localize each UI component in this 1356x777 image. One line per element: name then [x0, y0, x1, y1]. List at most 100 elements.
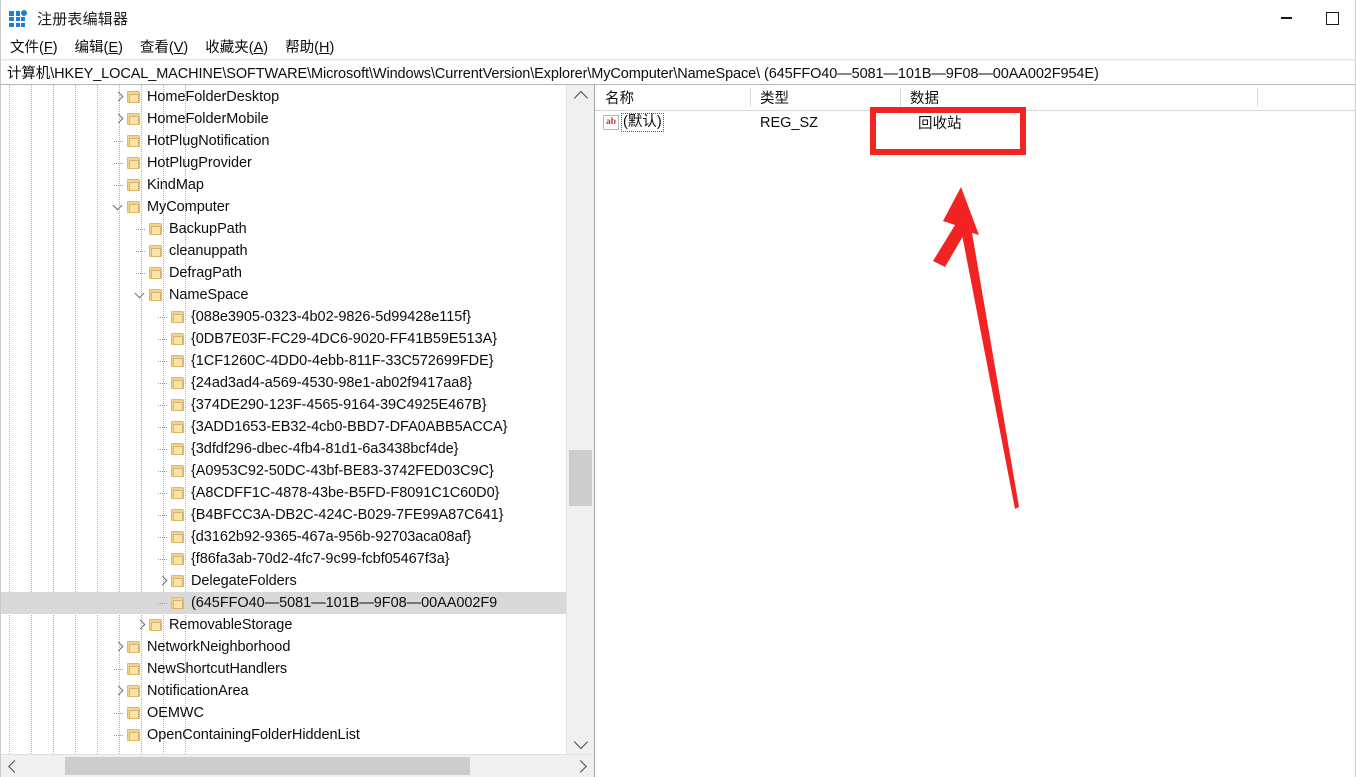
- chevron-down-icon[interactable]: [133, 284, 149, 306]
- value-row[interactable]: ab (默认) REG_SZ 回收站: [595, 111, 1355, 134]
- tree-item-1cf1260c-4dd0-4ebb-811f-33c572699fde[interactable]: {1CF1260C-4DD0-4ebb-811F-33C572699FDE}: [1, 350, 567, 372]
- scroll-right-button[interactable]: [570, 755, 594, 777]
- folder-icon: [171, 421, 184, 434]
- menu-view[interactable]: 查看(V): [140, 38, 197, 58]
- tree-item-namespace[interactable]: NameSpace: [1, 284, 567, 306]
- tree-item-645ffo40-5081-101b-9f08-00aa002f9[interactable]: (645FFO40—5081—101B—9F08—00AA002F9: [1, 592, 567, 614]
- tree-item-oemwc[interactable]: OEMWC: [1, 702, 567, 724]
- tree-item-homefolderdesktop[interactable]: HomeFolderDesktop: [1, 86, 567, 108]
- scroll-up-button[interactable]: [567, 85, 594, 107]
- registry-tree-pane: HomeFolderDesktop HomeFolderMobile HotPlug…: [1, 85, 595, 777]
- chevron-right-icon[interactable]: [111, 86, 127, 108]
- tree-item-label: OEMWC: [147, 705, 204, 721]
- registry-editor-icon: [9, 8, 28, 28]
- tree-item-mycomputer[interactable]: MyComputer: [1, 196, 567, 218]
- tree-item-hotplugprovider[interactable]: HotPlugProvider: [1, 152, 567, 174]
- chevron-right-icon[interactable]: [155, 570, 171, 592]
- chevron-right-icon[interactable]: [133, 614, 149, 636]
- column-header-name[interactable]: 名称: [595, 85, 750, 110]
- string-value-ab-icon: ab: [603, 115, 619, 130]
- folder-icon: [149, 267, 162, 280]
- tree-item-374de290-123f-4565-9164-39c4925e467b[interactable]: {374DE290-123F-4565-9164-39C4925E467B}: [1, 394, 567, 416]
- chevron-right-icon: [574, 759, 587, 773]
- values-column-header: 名称 类型 数据: [595, 85, 1355, 111]
- folder-icon: [127, 685, 140, 698]
- tree-item-24ad3ad4-a569-4530-98e1-ab02f9417aa8[interactable]: {24ad3ad4-a569-4530-98e1-ab02f9417aa8}: [1, 372, 567, 394]
- tree-item-label: NameSpace: [169, 287, 249, 303]
- tree-item-notificationarea[interactable]: NotificationArea: [1, 680, 567, 702]
- tree-item-label: (645FFO40—5081—101B—9F08—00AA002F9: [191, 595, 498, 611]
- folder-icon: [171, 553, 184, 566]
- tree-item-kindmap[interactable]: KindMap: [1, 174, 567, 196]
- address-bar[interactable]: 计算机\HKEY_LOCAL_MACHINE\SOFTWARE\Microsof…: [1, 60, 1355, 85]
- tree-item-networkneighborhood[interactable]: NetworkNeighborhood: [1, 636, 567, 658]
- tree-item-label: {A0953C92-50DC-43bf-BE83-3742FED03C9C}: [191, 463, 494, 479]
- tree-item-backuppath[interactable]: BackupPath: [1, 218, 567, 240]
- maximize-icon: [1325, 11, 1339, 25]
- folder-icon: [127, 91, 140, 104]
- chevron-right-icon[interactable]: [111, 680, 127, 702]
- folder-icon: [171, 443, 184, 456]
- tree-line-icon: [155, 504, 171, 526]
- vertical-scroll-thumb[interactable]: [569, 450, 592, 506]
- tree-line-icon: [133, 240, 149, 262]
- tree-line-icon: [155, 394, 171, 416]
- tree-line-icon: [155, 350, 171, 372]
- minimize-button[interactable]: [1263, 0, 1309, 36]
- folder-icon: [149, 245, 162, 258]
- folder-icon: [127, 113, 140, 126]
- tree-item-cleanuppath[interactable]: cleanuppath: [1, 240, 567, 262]
- tree-line-icon: [155, 306, 171, 328]
- tree-item-delegatefolders[interactable]: DelegateFolders: [1, 570, 567, 592]
- menu-bar: 文件(F) 编辑(E) 查看(V) 收藏夹(A) 帮助(H): [1, 36, 1355, 60]
- tree-item-label: KindMap: [147, 177, 204, 193]
- tree-item-label: {1CF1260C-4DD0-4ebb-811F-33C572699FDE}: [191, 353, 494, 369]
- column-header-data[interactable]: 数据: [900, 85, 1355, 110]
- folder-icon: [127, 707, 140, 720]
- chevron-down-icon[interactable]: [111, 196, 127, 218]
- tree-item-opencontainingfolderhiddenlist[interactable]: OpenContainingFolderHiddenList: [1, 724, 567, 746]
- tree-item-088e3905-0323-4b02-9826-5d99428e115f[interactable]: {088e3905-0323-4b02-9826-5d99428e115f}: [1, 306, 567, 328]
- folder-icon: [171, 531, 184, 544]
- menu-edit[interactable]: 编辑(E): [75, 38, 132, 58]
- tree-item-label: DefragPath: [169, 265, 242, 281]
- menu-help[interactable]: 帮助(H): [285, 38, 343, 58]
- tree-item-a0953c92-50dc-43bf-be83-3742fed03c9c[interactable]: {A0953C92-50DC-43bf-BE83-3742FED03C9C}: [1, 460, 567, 482]
- tree-line-icon: [111, 152, 127, 174]
- tree-item-hotplugnotification[interactable]: HotPlugNotification: [1, 130, 567, 152]
- menu-favorites[interactable]: 收藏夹(A): [205, 38, 277, 58]
- tree-item-b4bfcc3a-db2c-424c-b029-7fe99a87c641[interactable]: {B4BFCC3A-DB2C-424C-B029-7FE99A87C641}: [1, 504, 567, 526]
- tree-line-icon: [155, 372, 171, 394]
- tree-item-label: HotPlugNotification: [147, 133, 270, 149]
- column-header-type[interactable]: 类型: [750, 85, 900, 110]
- tree-horizontal-scrollbar[interactable]: [1, 754, 594, 777]
- folder-icon: [149, 619, 162, 632]
- maximize-button[interactable]: [1309, 0, 1355, 36]
- tree-item-defragpath[interactable]: DefragPath: [1, 262, 567, 284]
- tree-item-homefoldermobile[interactable]: HomeFolderMobile: [1, 108, 567, 130]
- folder-icon: [171, 311, 184, 324]
- tree-item-label: cleanuppath: [169, 243, 248, 259]
- tree-vertical-scrollbar[interactable]: [566, 85, 594, 754]
- tree-item-3dfdf296-dbec-4fb4-81d1-6a3438bcf4de[interactable]: {3dfdf296-dbec-4fb4-81d1-6a3438bcf4de}: [1, 438, 567, 460]
- chevron-right-icon[interactable]: [111, 108, 127, 130]
- tree-item-label: NetworkNeighborhood: [147, 639, 291, 655]
- tree-item-d3162b92-9365-467a-956b-92703aca08af[interactable]: {d3162b92-9365-467a-956b-92703aca08af}: [1, 526, 567, 548]
- chevron-up-icon: [573, 90, 588, 105]
- tree-item-0db7e03f-fc29-4dc6-9020-ff41b59e513a[interactable]: {0DB7E03F-FC29-4DC6-9020-FF41B59E513A}: [1, 328, 567, 350]
- horizontal-scroll-thumb[interactable]: [65, 757, 470, 775]
- menu-file[interactable]: 文件(F): [10, 38, 67, 58]
- horizontal-scroll-track[interactable]: [25, 755, 570, 777]
- tree-item-3add1653-eb32-4cb0-bbd7-dfa0abb5acca[interactable]: {3ADD1653-EB32-4cb0-BBD7-DFA0ABB5ACCA}: [1, 416, 567, 438]
- tree-item-label: DelegateFolders: [191, 573, 297, 589]
- tree-item-f86fa3ab-70d2-4fc7-9c99-fcbf05467f3a[interactable]: {f86fa3ab-70d2-4fc7-9c99-fcbf05467f3a}: [1, 548, 567, 570]
- scroll-left-button[interactable]: [1, 755, 25, 777]
- tree-item-a8cdff1c-4878-43be-b5fd-f8091c1c60d0[interactable]: {A8CDFF1C-4878-43be-B5FD-F8091C1C60D0}: [1, 482, 567, 504]
- tree-item-newshortcuthandlers[interactable]: NewShortcutHandlers: [1, 658, 567, 680]
- scroll-down-button[interactable]: [567, 732, 594, 754]
- chevron-right-icon[interactable]: [111, 636, 127, 658]
- tree-item-removablestorage[interactable]: RemovableStorage: [1, 614, 567, 636]
- folder-icon: [127, 201, 140, 214]
- tree-item-label: {3dfdf296-dbec-4fb4-81d1-6a3438bcf4de}: [191, 441, 459, 457]
- tree-item-label: {A8CDFF1C-4878-43be-B5FD-F8091C1C60D0}: [191, 485, 500, 501]
